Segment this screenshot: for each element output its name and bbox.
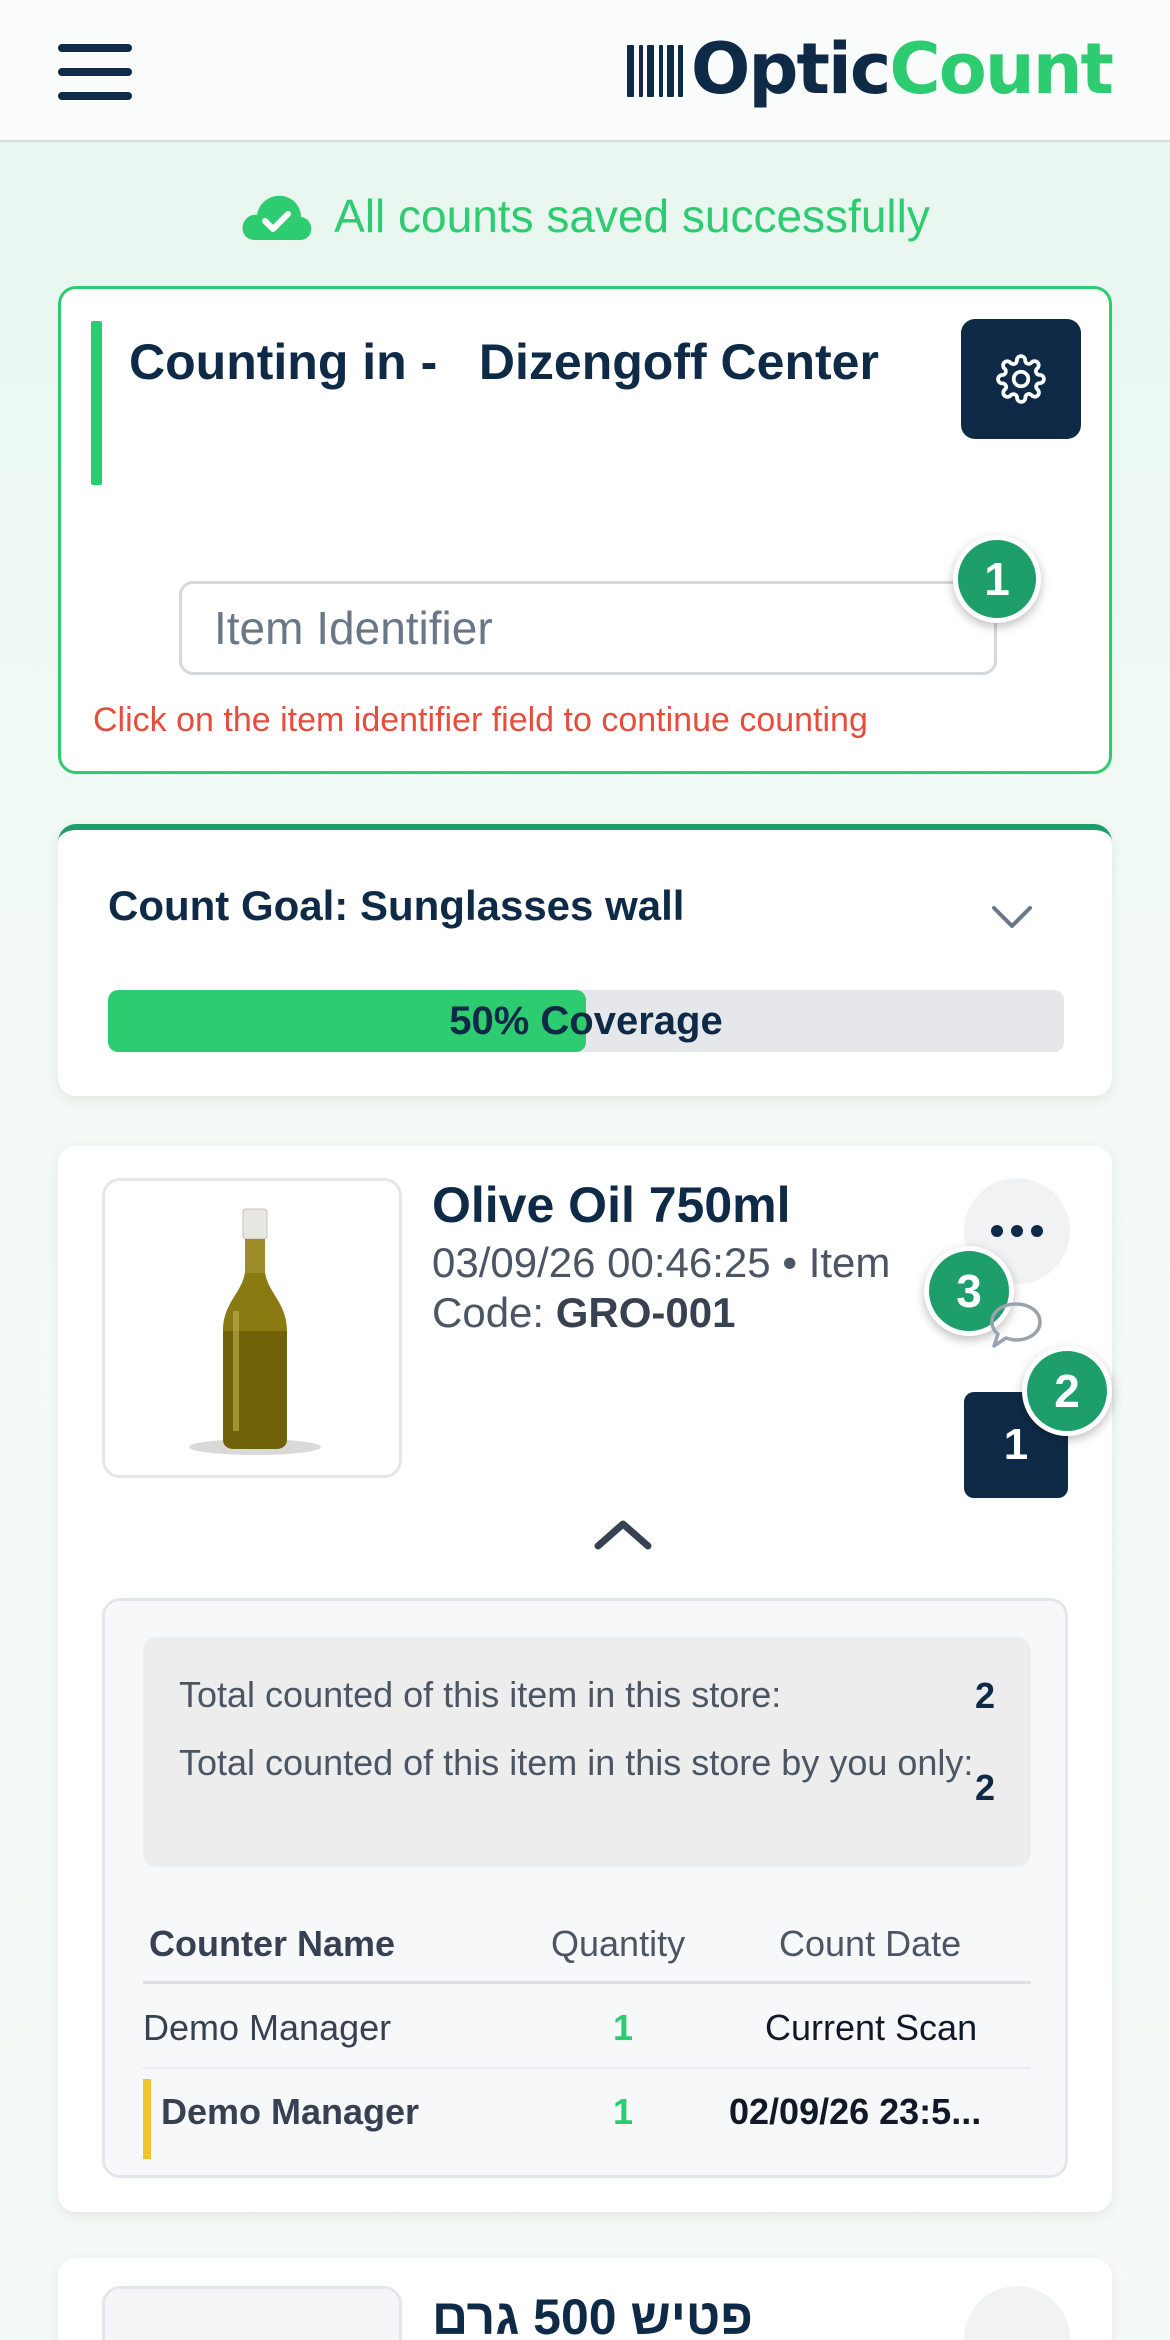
item-code: GRO-001 bbox=[555, 1289, 736, 1336]
header-quantity: Quantity bbox=[551, 1923, 686, 1964]
cloud-check-icon bbox=[242, 195, 312, 240]
save-status: All counts saved successfully bbox=[0, 184, 1170, 248]
item-meta: 03/09/26 00:46:25 • Item Code: GRO-001 bbox=[432, 1238, 952, 1348]
settings-button[interactable] bbox=[961, 319, 1081, 439]
my-total-label: Total counted of this item in this store… bbox=[179, 1742, 974, 1783]
product-image bbox=[102, 2286, 402, 2340]
brand-name-part2: Count bbox=[889, 28, 1114, 110]
count-goal-title: Count Goal: Sunglasses wall bbox=[108, 882, 685, 929]
current-user-marker bbox=[143, 2079, 151, 2159]
totals-panel: Total counted of this item in this store… bbox=[143, 1637, 1031, 1867]
item-name: פטיש 500 גרם bbox=[432, 2289, 753, 2340]
accent-bar bbox=[91, 321, 102, 485]
item-name: Olive Oil 750ml bbox=[432, 1177, 791, 1233]
row-quantity: 1 bbox=[613, 2091, 634, 2132]
comment-icon[interactable] bbox=[986, 1296, 1046, 1352]
item-identifier-input[interactable] bbox=[179, 581, 997, 675]
quantity-badge: 2 bbox=[1022, 1346, 1112, 1436]
row-count-date: Current Scan bbox=[765, 2007, 978, 2048]
item-card: Olive Oil 750ml 03/09/26 00:46:25 • Item… bbox=[58, 1146, 1112, 2212]
table-divider bbox=[143, 1981, 1031, 1984]
status-text: All counts saved successfully bbox=[334, 190, 930, 242]
header-count-date: Count Date bbox=[779, 1923, 962, 1964]
product-image bbox=[102, 1178, 402, 1478]
header-counter-name: Counter Name bbox=[149, 1923, 396, 1964]
hint-text: Click on the item identifier field to co… bbox=[93, 701, 868, 739]
chevron-up-icon[interactable] bbox=[592, 1516, 654, 1552]
counting-card: Counting in - Dizengoff Center 1 Click o… bbox=[58, 286, 1112, 774]
count-goal-card[interactable]: Count Goal: Sunglasses wall 50% Coverage bbox=[58, 824, 1112, 1096]
brand-name-part1: Optic bbox=[690, 28, 892, 110]
gear-icon bbox=[996, 354, 1046, 404]
olive-oil-bottle-image bbox=[189, 1208, 321, 1455]
dot-icon bbox=[1011, 1225, 1023, 1237]
row-divider bbox=[143, 2067, 1031, 2069]
more-options-button[interactable] bbox=[964, 2286, 1070, 2340]
store-total-value: 2 bbox=[974, 1675, 995, 1716]
row-counter-name: Demo Manager bbox=[143, 2007, 392, 2048]
row-counter-name: Demo Manager bbox=[161, 2091, 420, 2132]
store-total-label: Total counted of this item in this store… bbox=[179, 1674, 782, 1715]
dot-icon bbox=[991, 1225, 1003, 1237]
app-logo: OpticCount bbox=[626, 24, 1114, 114]
item-card: פטיש 500 גרם bbox=[58, 2258, 1112, 2340]
dot-icon bbox=[1031, 1225, 1043, 1237]
step-badge: 1 bbox=[953, 535, 1041, 623]
barcode-icon bbox=[626, 39, 685, 99]
my-total-value: 2 bbox=[974, 1767, 995, 1808]
counting-location-title: Counting in - Dizengoff Center bbox=[129, 334, 879, 390]
item-details: Total counted of this item in this store… bbox=[102, 1598, 1068, 2178]
chevron-down-icon[interactable] bbox=[990, 902, 1034, 932]
coverage-label: 50% Coverage bbox=[449, 999, 723, 1043]
row-quantity: 1 bbox=[613, 2007, 634, 2048]
row-count-date: 02/09/26 23:5... bbox=[729, 2091, 982, 2132]
coverage-progress-bar: 50% Coverage bbox=[108, 990, 1064, 1052]
menu-icon[interactable] bbox=[58, 44, 134, 100]
top-bar: OpticCount bbox=[0, 0, 1170, 142]
